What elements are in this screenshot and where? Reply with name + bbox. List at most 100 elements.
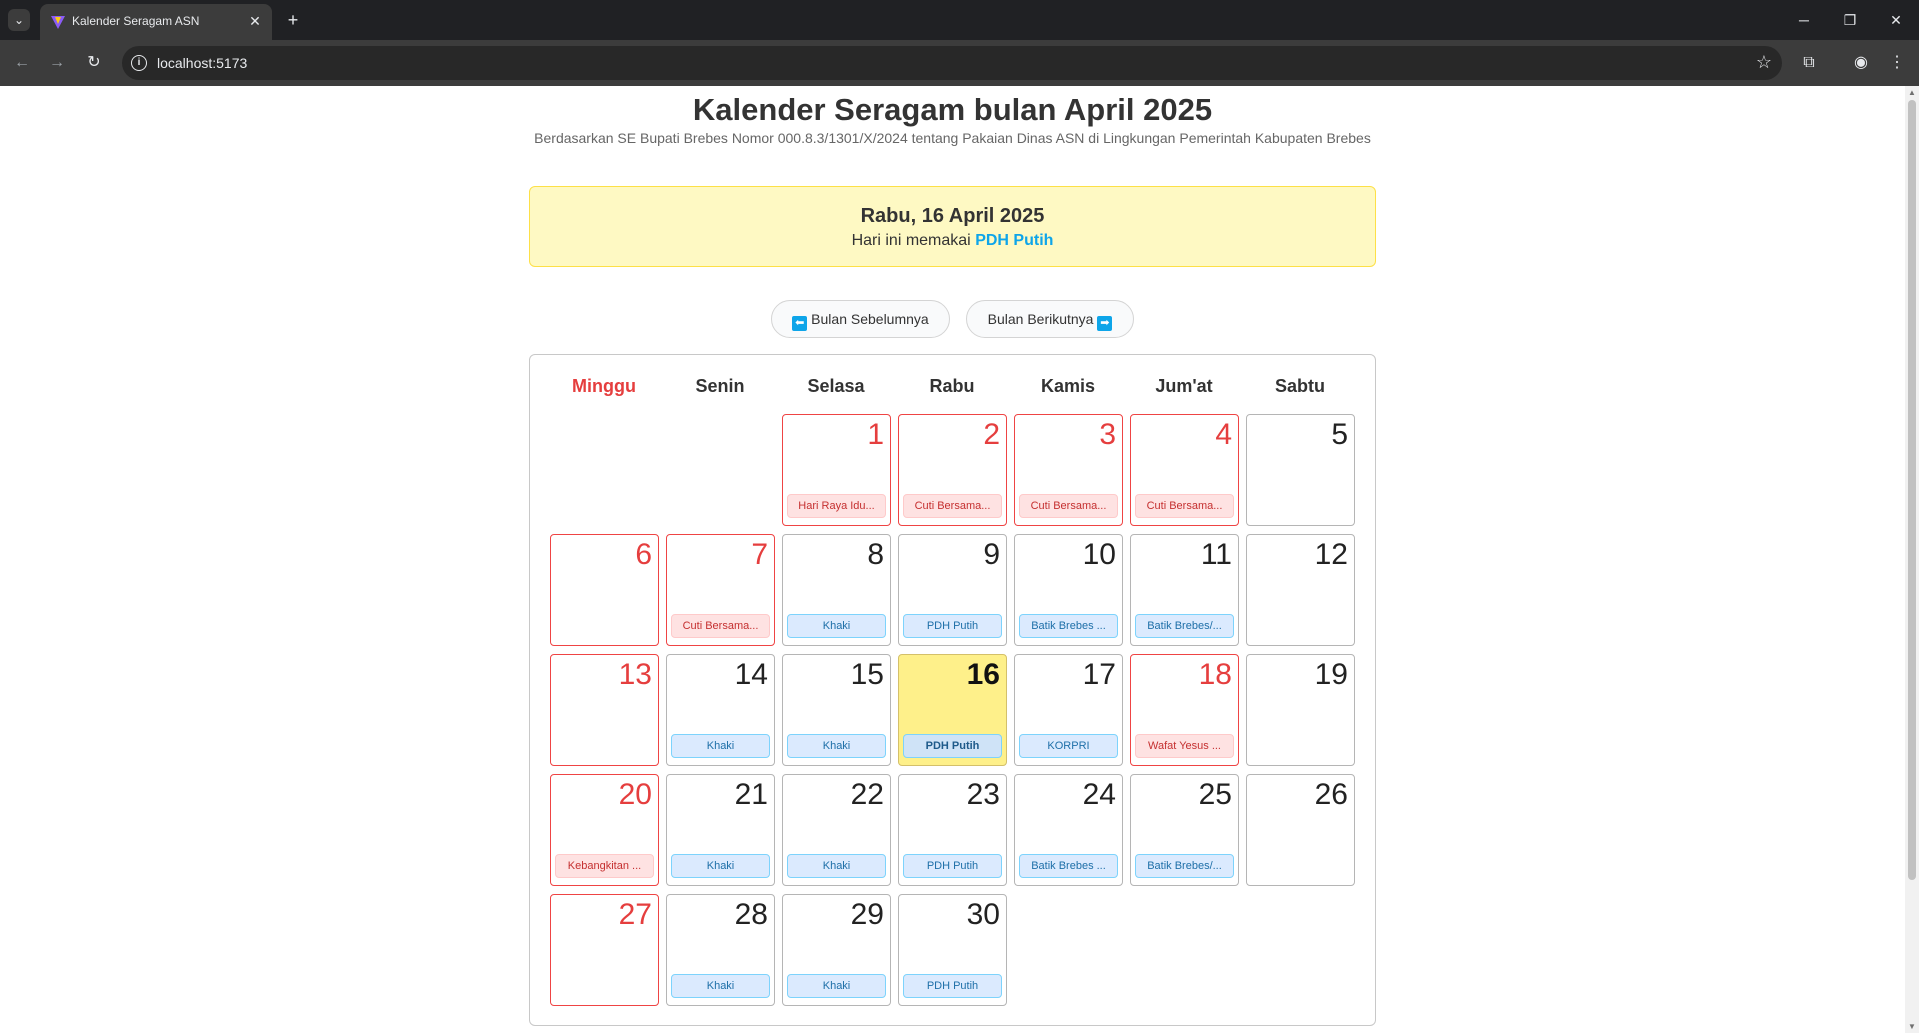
day-number: 20 — [618, 778, 652, 811]
calendar-day[interactable]: 4 Cuti Bersama... — [1130, 414, 1239, 526]
holiday-badge: Cuti Bersama... — [903, 494, 1002, 518]
browser-tab[interactable]: Kalender Seragam ASN ✕ — [40, 4, 272, 40]
minimize-icon[interactable]: ─ — [1790, 8, 1818, 32]
day-number: 6 — [635, 538, 652, 571]
calendar-day[interactable]: 27 — [550, 894, 659, 1006]
today-date: Rabu, 16 April 2025 — [860, 205, 1045, 227]
back-icon[interactable]: ← — [10, 51, 34, 75]
vite-logo-icon — [51, 16, 65, 29]
calendar-day[interactable]: 3 Cuti Bersama... — [1014, 414, 1123, 526]
calendar-day[interactable]: 2 Cuti Bersama... — [898, 414, 1007, 526]
day-number: 27 — [618, 898, 652, 931]
day-number: 16 — [966, 658, 1000, 691]
day-number: 29 — [850, 898, 884, 931]
uniform-badge: Khaki — [787, 734, 886, 758]
forward-icon[interactable]: → — [45, 51, 69, 75]
calendar-day[interactable]: 21 Khaki — [666, 774, 775, 886]
calendar-day[interactable]: 5 — [1246, 414, 1355, 526]
day-number: 26 — [1314, 778, 1348, 811]
scroll-down-icon[interactable]: ▼ — [1907, 1022, 1917, 1031]
calendar-day[interactable]: 24 Batik Brebes ... — [1014, 774, 1123, 886]
day-number: 17 — [1082, 658, 1116, 691]
calendar-day[interactable]: 23 PDH Putih — [898, 774, 1007, 886]
day-number: 4 — [1215, 418, 1232, 451]
uniform-badge: Khaki — [671, 974, 770, 998]
day-number: 24 — [1082, 778, 1116, 811]
calendar-day[interactable]: 29 Khaki — [782, 894, 891, 1006]
day-number: 7 — [751, 538, 768, 571]
uniform-badge: KORPRI — [1019, 734, 1118, 758]
url-text[interactable]: localhost:5173 — [157, 55, 247, 71]
calendar-day[interactable]: 19 — [1246, 654, 1355, 766]
day-number: 8 — [867, 538, 884, 571]
next-month-label: Bulan Berikutnya — [987, 311, 1094, 327]
weekday-header: Jum'at — [1155, 376, 1213, 396]
page-scrollbar[interactable]: ▲ ▼ — [1905, 86, 1919, 1033]
weekday-header: Rabu — [929, 376, 975, 396]
day-number: 9 — [983, 538, 1000, 571]
profile-icon[interactable]: ◉ — [1849, 51, 1873, 75]
calendar-day[interactable]: 7 Cuti Bersama... — [666, 534, 775, 646]
tab-search-icon[interactable]: ⌄ — [8, 9, 30, 31]
weekday-header: Senin — [695, 376, 745, 396]
holiday-badge: Cuti Bersama... — [1135, 494, 1234, 518]
calendar-day[interactable]: 10 Batik Brebes ... — [1014, 534, 1123, 646]
today-uniform: PDH Putih — [975, 232, 1054, 249]
weekday-header: Selasa — [807, 376, 865, 396]
close-window-icon[interactable]: ✕ — [1882, 8, 1910, 32]
day-number: 19 — [1314, 658, 1348, 691]
calendar-day[interactable]: 13 — [550, 654, 659, 766]
calendar-day[interactable]: 1 Hari Raya Idu... — [782, 414, 891, 526]
day-number: 28 — [734, 898, 768, 931]
calendar-day[interactable]: 17 KORPRI — [1014, 654, 1123, 766]
calendar-day[interactable]: 20 Kebangkitan ... — [550, 774, 659, 886]
calendar-day[interactable]: 11 Batik Brebes/... — [1130, 534, 1239, 646]
weekday-header: Minggu — [572, 376, 636, 396]
browser-tab-strip: ⌄ Kalender Seragam ASN ✕ + ─ ❐ ✕ — [0, 0, 1919, 40]
calendar-day[interactable]: 9 PDH Putih — [898, 534, 1007, 646]
calendar-day[interactable]: 14 Khaki — [666, 654, 775, 766]
day-number: 21 — [734, 778, 768, 811]
extensions-icon[interactable]: ⧉ — [1797, 51, 1821, 75]
site-info-icon[interactable]: i — [131, 55, 147, 71]
calendar-day[interactable]: 30 PDH Putih — [898, 894, 1007, 1006]
arrow-left-icon: ⬅ — [792, 316, 808, 331]
calendar-day-today[interactable]: 16 PDH Putih — [898, 654, 1007, 766]
address-bar[interactable]: i localhost:5173 ☆ — [122, 46, 1782, 80]
bookmark-star-icon[interactable]: ☆ — [1756, 52, 1772, 73]
day-number: 30 — [966, 898, 1000, 931]
tab-close-icon[interactable]: ✕ — [246, 12, 264, 30]
new-tab-icon[interactable]: + — [282, 9, 304, 31]
uniform-badge: Batik Brebes ... — [1019, 854, 1118, 878]
calendar-day[interactable]: 8 Khaki — [782, 534, 891, 646]
calendar-day[interactable]: 12 — [1246, 534, 1355, 646]
calendar-day[interactable]: 26 — [1246, 774, 1355, 886]
calendar-day[interactable]: 22 Khaki — [782, 774, 891, 886]
calendar-day[interactable]: 25 Batik Brebes/... — [1130, 774, 1239, 886]
uniform-badge: Khaki — [787, 974, 886, 998]
calendar-day[interactable]: 18 Wafat Yesus ... — [1130, 654, 1239, 766]
uniform-badge: Batik Brebes/... — [1135, 614, 1234, 638]
day-number: 5 — [1331, 418, 1348, 451]
calendar-day[interactable]: 15 Khaki — [782, 654, 891, 766]
restore-icon[interactable]: ❐ — [1836, 8, 1864, 32]
calendar-day[interactable]: 28 Khaki — [666, 894, 775, 1006]
scroll-up-icon[interactable]: ▲ — [1907, 88, 1917, 97]
uniform-badge: PDH Putih — [903, 734, 1002, 758]
uniform-badge: PDH Putih — [903, 854, 1002, 878]
reload-icon[interactable]: ↻ — [82, 51, 106, 75]
day-number: 13 — [618, 658, 652, 691]
scroll-thumb[interactable] — [1908, 100, 1916, 880]
uniform-badge: PDH Putih — [903, 974, 1002, 998]
tab-title: Kalender Seragam ASN — [72, 14, 200, 28]
today-prefix: Hari ini memakai — [851, 232, 971, 249]
uniform-badge: Khaki — [787, 614, 886, 638]
prev-month-button[interactable]: ⬅ Bulan Sebelumnya — [771, 300, 950, 338]
holiday-badge: Hari Raya Idu... — [787, 494, 886, 518]
day-number: 22 — [850, 778, 884, 811]
calendar-day[interactable]: 6 — [550, 534, 659, 646]
menu-icon[interactable]: ⋮ — [1885, 51, 1909, 75]
uniform-badge: Khaki — [787, 854, 886, 878]
day-number: 12 — [1314, 538, 1348, 571]
next-month-button[interactable]: Bulan Berikutnya ➡ — [966, 300, 1134, 338]
